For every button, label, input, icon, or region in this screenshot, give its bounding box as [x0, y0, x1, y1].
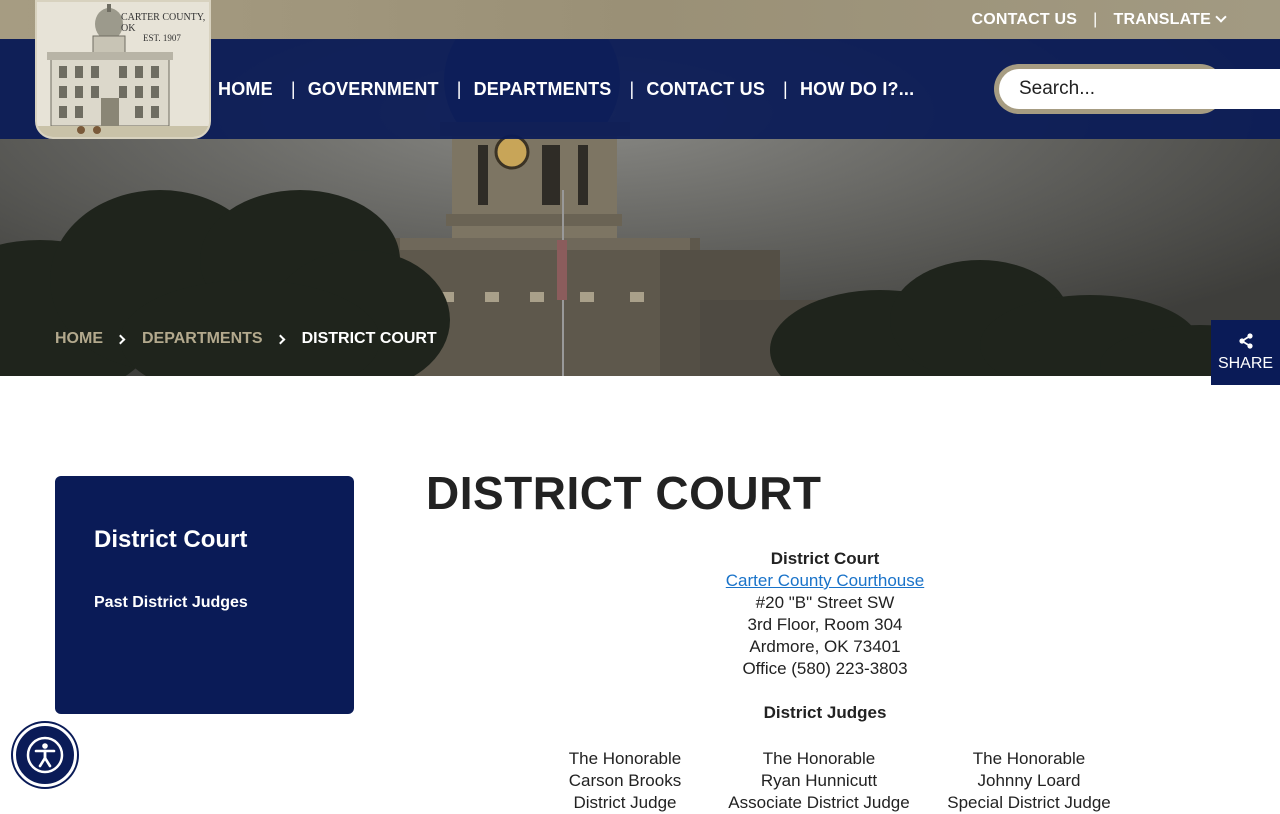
nav-how-do-i[interactable]: HOW DO I?... — [800, 79, 914, 100]
search-input[interactable] — [999, 69, 1280, 109]
judge-honorific: The Honorable — [972, 749, 1086, 768]
chevron-right-icon — [115, 334, 126, 344]
address-line-1: #20 "B" Street SW — [755, 593, 895, 612]
address-line-2: 3rd Floor, Room 304 — [747, 615, 903, 634]
court-info: District Court Carter County Courthouse … — [625, 548, 1025, 724]
judges-list: The Honorable Carson Brooks District Jud… — [545, 748, 1125, 814]
breadcrumb-home[interactable]: HOME — [55, 330, 103, 348]
county-logo[interactable]: CARTER COUNTY, OK EST. 1907 — [35, 0, 211, 139]
judge-name: Ryan Hunnicutt — [760, 771, 878, 790]
judge-name: Carson Brooks — [568, 771, 682, 790]
search-box: GO — [994, 64, 1280, 114]
judge-role: Associate District Judge — [728, 793, 910, 812]
nav-separator: | — [629, 78, 635, 99]
utility-contact-link[interactable]: CONTACT US — [971, 11, 1077, 29]
breadcrumb-departments[interactable]: DEPARTMENTS — [142, 330, 263, 348]
nav-separator: | — [290, 78, 296, 99]
nav-departments[interactable]: DEPARTMENTS — [474, 79, 612, 100]
logo-county-name: CARTER COUNTY, OK — [121, 12, 206, 34]
courthouse-link[interactable]: Carter County Courthouse — [726, 571, 924, 590]
address-line-3: Ardmore, OK 73401 — [749, 637, 901, 656]
breadcrumb-current: DISTRICT COURT — [301, 330, 437, 347]
judge-honorific: The Honorable — [568, 749, 682, 768]
page-title: DISTRICT COURT — [426, 467, 822, 519]
breadcrumb: HOME DEPARTMENTS DISTRICT COURT — [55, 330, 437, 348]
logo-established: EST. 1907 — [143, 33, 181, 43]
judge-card: The Honorable Johnny Loard Special Distr… — [933, 748, 1125, 814]
utility-separator: | — [1093, 10, 1098, 28]
judge-card: The Honorable Carson Brooks District Jud… — [545, 748, 705, 814]
accessibility-button[interactable] — [13, 723, 77, 787]
nav-government[interactable]: GOVERNMENT — [308, 79, 439, 100]
sidebar-item-past-district-judges[interactable]: Past District Judges — [94, 594, 315, 612]
judge-name: Johnny Loard — [977, 771, 1081, 790]
office-phone: Office (580) 223-3803 — [742, 659, 908, 678]
translate-dropdown[interactable]: TRANSLATE — [1113, 10, 1227, 29]
accessibility-icon — [26, 736, 64, 774]
chevron-down-icon — [1215, 10, 1227, 23]
nav-separator: | — [783, 78, 788, 99]
judges-heading: District Judges — [763, 703, 887, 722]
sidebar-title[interactable]: District Court — [94, 526, 315, 554]
judge-role: District Judge — [573, 793, 677, 812]
chevron-right-icon — [275, 334, 286, 344]
nav-home[interactable]: HOME — [218, 79, 273, 100]
utility-links: CONTACT US | TRANSLATE — [971, 0, 1227, 39]
share-label: SHARE — [1217, 354, 1274, 372]
translate-label: TRANSLATE — [1113, 10, 1211, 28]
court-info-heading: District Court — [770, 549, 880, 568]
judge-card: The Honorable Ryan Hunnicutt Associate D… — [705, 748, 933, 814]
judge-role: Special District Judge — [947, 793, 1111, 812]
sidebar-panel: District Court Past District Judges — [55, 476, 354, 714]
main-nav: HOME | GOVERNMENT | DEPARTMENTS | CONTAC… — [218, 39, 914, 139]
share-button[interactable]: SHARE — [1211, 320, 1280, 385]
nav-separator: | — [456, 78, 462, 99]
share-icon — [1238, 332, 1253, 349]
judge-honorific: The Honorable — [762, 749, 876, 768]
nav-contact-us[interactable]: CONTACT US — [646, 79, 765, 100]
